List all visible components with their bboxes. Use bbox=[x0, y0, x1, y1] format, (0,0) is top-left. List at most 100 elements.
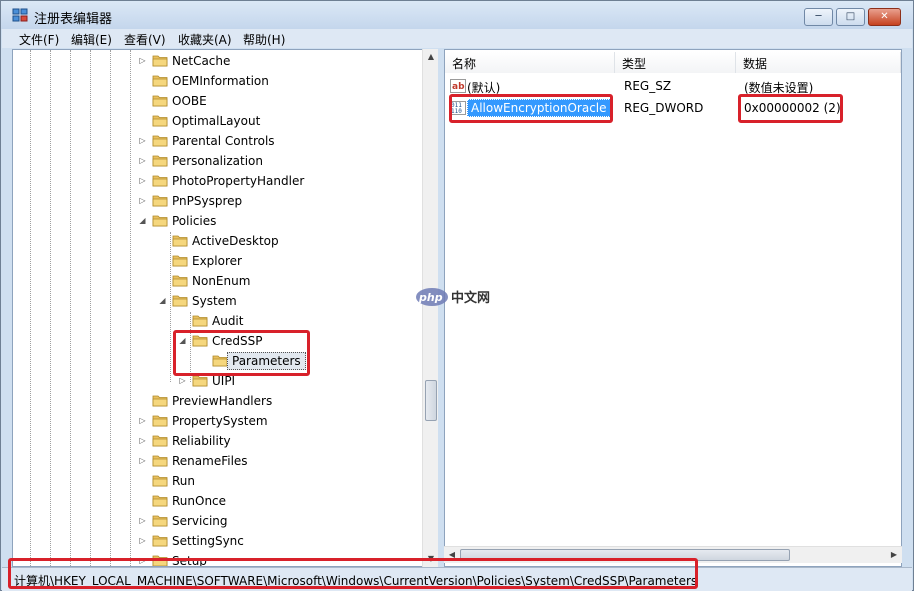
value-type: REG_DWORD bbox=[624, 101, 704, 115]
expand-arrow-icon[interactable]: ▷ bbox=[138, 176, 147, 185]
tree-scroll-thumb[interactable] bbox=[425, 380, 437, 421]
tree-item-label: ActiveDesktop bbox=[192, 234, 279, 248]
folder-icon bbox=[152, 514, 168, 527]
tree-item-label: System bbox=[192, 294, 237, 308]
tree-item-label: Policies bbox=[172, 214, 217, 228]
expand-arrow-icon[interactable]: ▷ bbox=[138, 136, 147, 145]
folder-icon bbox=[192, 314, 208, 327]
scroll-right-arrow-icon[interactable]: ▶ bbox=[886, 547, 902, 563]
folder-icon bbox=[152, 494, 168, 507]
highlight-box-credssp-key bbox=[173, 330, 310, 376]
title-bar[interactable]: 注册表编辑器 ─ □ ✕ bbox=[1, 1, 913, 29]
tree-item-previewhandlers[interactable]: PreviewHandlers bbox=[13, 391, 421, 411]
tree-item-system[interactable]: ◢ System bbox=[13, 291, 421, 311]
registry-editor-window: 注册表编辑器 ─ □ ✕ 文件(F) 编辑(E) 查看(V) 收藏夹(A) 帮助… bbox=[0, 0, 914, 591]
tree-item-activedesktop[interactable]: ActiveDesktop bbox=[13, 231, 421, 251]
tree-item-label: NetCache bbox=[172, 54, 231, 68]
tree-item-label: PreviewHandlers bbox=[172, 394, 273, 408]
tree-item-label: PhotoPropertyHandler bbox=[172, 174, 305, 188]
tree-item-personalization[interactable]: ▷ Personalization bbox=[13, 151, 421, 171]
tree-item-audit[interactable]: Audit bbox=[13, 311, 421, 331]
expand-arrow-icon[interactable]: ▷ bbox=[138, 416, 147, 425]
folder-icon bbox=[152, 74, 168, 87]
column-header-data[interactable]: 数据 bbox=[736, 52, 901, 73]
folder-icon bbox=[172, 294, 188, 307]
tree-item-label: Reliability bbox=[172, 434, 231, 448]
tree-item-runonce[interactable]: RunOnce bbox=[13, 491, 421, 511]
tree-item-netcache[interactable]: ▷ NetCache bbox=[13, 51, 421, 71]
scroll-up-arrow-icon[interactable]: ▲ bbox=[423, 49, 439, 65]
tree-item-explorer[interactable]: Explorer bbox=[13, 251, 421, 271]
menu-help[interactable]: 帮助(H) bbox=[243, 31, 285, 48]
tree-item-label: Run bbox=[172, 474, 196, 488]
tree-item-policies[interactable]: ◢ Policies bbox=[13, 211, 421, 231]
close-button[interactable]: ✕ bbox=[868, 8, 901, 26]
expand-arrow-icon[interactable]: ▷ bbox=[138, 456, 147, 465]
tree-item-label: OptimalLayout bbox=[172, 114, 261, 128]
highlight-box-value-name bbox=[449, 94, 613, 123]
tree-item-pnpsysprep[interactable]: ▷ PnPSysprep bbox=[13, 191, 421, 211]
menu-view[interactable]: 查看(V) bbox=[124, 31, 166, 48]
tree-item-renamefiles[interactable]: ▷ RenameFiles bbox=[13, 451, 421, 471]
tree-item-label: OOBE bbox=[172, 94, 207, 108]
collapse-arrow-icon[interactable]: ◢ bbox=[158, 296, 167, 305]
tree-item-label: UIPI bbox=[212, 374, 236, 388]
tree-item-parental-controls[interactable]: ▷ Parental Controls bbox=[13, 131, 421, 151]
maximize-button[interactable]: □ bbox=[836, 8, 865, 26]
folder-icon bbox=[172, 234, 188, 247]
tree-item-label: SettingSync bbox=[172, 534, 244, 548]
tree-item-propertysystem[interactable]: ▷ PropertySystem bbox=[13, 411, 421, 431]
tree-item-servicing[interactable]: ▷ Servicing bbox=[13, 511, 421, 531]
watermark-cn: 中文网 bbox=[451, 290, 490, 306]
tree-item-oobe[interactable]: OOBE bbox=[13, 91, 421, 111]
expand-arrow-icon[interactable]: ▷ bbox=[138, 156, 147, 165]
menu-bar: 文件(F) 编辑(E) 查看(V) 收藏夹(A) 帮助(H) bbox=[2, 29, 912, 48]
folder-icon bbox=[152, 94, 168, 107]
tree-item-label: RunOnce bbox=[172, 494, 227, 508]
expand-arrow-icon[interactable]: ▷ bbox=[178, 376, 187, 385]
values-list-pane[interactable]: 名称 类型 数据 ab (默认) REG_SZ (数值未设置) 011 110 … bbox=[444, 49, 902, 567]
tree-item-run[interactable]: Run bbox=[13, 471, 421, 491]
tree-item-reliability[interactable]: ▷ Reliability bbox=[13, 431, 421, 451]
registry-editor-icon bbox=[12, 8, 28, 22]
minimize-button[interactable]: ─ bbox=[804, 8, 833, 26]
folder-icon bbox=[152, 194, 168, 207]
expand-arrow-icon[interactable]: ▷ bbox=[138, 436, 147, 445]
tree-item-nonenum[interactable]: NonEnum bbox=[13, 271, 421, 291]
expand-arrow-icon[interactable]: ▷ bbox=[138, 196, 147, 205]
folder-icon bbox=[152, 434, 168, 447]
tree-item-label: PnPSysprep bbox=[172, 194, 243, 208]
key-tree-pane[interactable]: ▷ NetCache OEMInformation OOBE OptimalLayout… bbox=[12, 49, 438, 567]
tree-item-settingsync[interactable]: ▷ SettingSync bbox=[13, 531, 421, 551]
folder-icon bbox=[152, 54, 168, 67]
folder-icon bbox=[152, 534, 168, 547]
folder-icon bbox=[152, 174, 168, 187]
expand-arrow-icon[interactable]: ▷ bbox=[138, 516, 147, 525]
column-header-name[interactable]: 名称 bbox=[445, 52, 615, 73]
menu-favorites[interactable]: 收藏夹(A) bbox=[178, 31, 232, 48]
expand-arrow-icon[interactable]: ▷ bbox=[138, 56, 147, 65]
folder-icon bbox=[152, 454, 168, 467]
folder-icon bbox=[172, 274, 188, 287]
column-header-type[interactable]: 类型 bbox=[615, 52, 736, 73]
tree-item-label: Parental Controls bbox=[172, 134, 275, 148]
string-value-icon: ab bbox=[450, 79, 466, 93]
menu-file[interactable]: 文件(F) bbox=[19, 31, 59, 48]
folder-icon bbox=[152, 414, 168, 427]
folder-icon bbox=[152, 114, 168, 127]
watermark-php: php bbox=[418, 291, 443, 304]
expand-arrow-icon[interactable]: ▷ bbox=[138, 536, 147, 545]
value-type: REG_SZ bbox=[624, 79, 672, 93]
tree-item-oeminformation[interactable]: OEMInformation bbox=[13, 71, 421, 91]
collapse-arrow-icon[interactable]: ◢ bbox=[138, 216, 147, 225]
tree-item-label: PropertySystem bbox=[172, 414, 268, 428]
folder-icon bbox=[152, 474, 168, 487]
tree-item-optimallayout[interactable]: OptimalLayout bbox=[13, 111, 421, 131]
menu-edit[interactable]: 编辑(E) bbox=[71, 31, 112, 48]
tree-item-photopropertyhandler[interactable]: ▷ PhotoPropertyHandler bbox=[13, 171, 421, 191]
